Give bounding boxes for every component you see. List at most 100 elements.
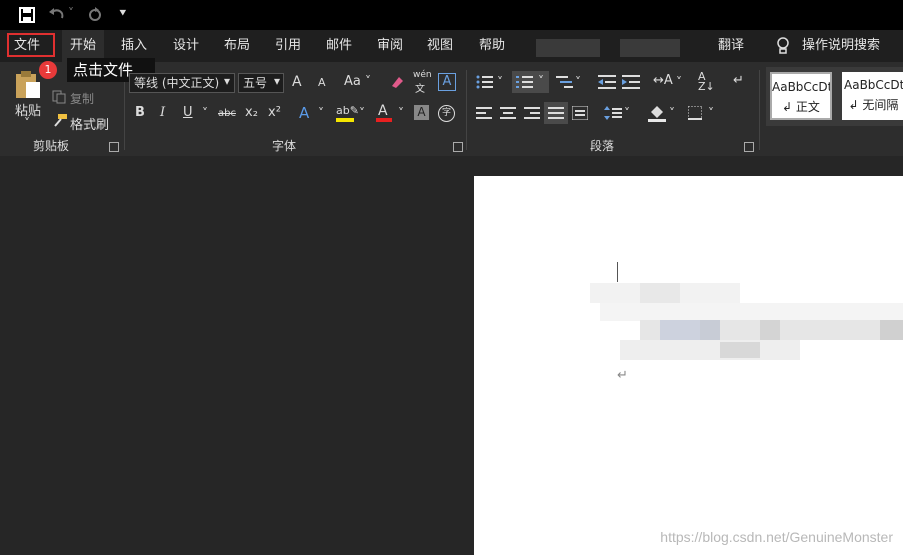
chinese-layout-icon[interactable]: ↔A [653, 73, 673, 88]
increase-indent-icon[interactable] [622, 75, 640, 89]
numbering-icon [516, 76, 533, 88]
justify-icon [548, 107, 564, 119]
font-size-dropdown-icon[interactable]: ▾ [274, 74, 280, 88]
text-effects-dropdown-icon[interactable]: ˅ [318, 106, 324, 120]
tab-design[interactable]: 设计 [173, 36, 199, 56]
line-spacing-icon[interactable] [604, 106, 622, 120]
font-group-label: 字体 [272, 139, 297, 153]
character-border-icon[interactable]: A [438, 73, 456, 91]
multilevel-list-icon[interactable] [556, 75, 574, 89]
format-painter-icon[interactable] [52, 113, 68, 127]
shading-icon[interactable] [648, 104, 666, 122]
font-name-dropdown-icon[interactable]: ▾ [224, 74, 230, 88]
subscript-button[interactable]: x₂ [245, 105, 258, 120]
copy-button[interactable]: 复制 [70, 90, 94, 107]
shading-dropdown-icon[interactable]: ˅ [669, 106, 675, 120]
superscript-button[interactable]: x² [268, 105, 281, 120]
blurred-text [720, 342, 760, 358]
paragraph-mark-icon: ↵ [617, 368, 628, 383]
show-marks-icon[interactable]: ↵ [733, 73, 744, 88]
font-color-button[interactable]: A [378, 103, 388, 119]
change-case-dropdown-icon[interactable]: ˅ [365, 74, 371, 88]
tell-me-search[interactable]: 操作说明搜索 [802, 36, 880, 56]
strikethrough-button[interactable]: abc [218, 108, 236, 119]
bold-button[interactable]: B [135, 105, 145, 120]
borders-dropdown-icon[interactable]: ˅ [708, 106, 714, 120]
multilevel-dropdown-icon[interactable]: ˅ [575, 75, 581, 89]
underline-dropdown-icon[interactable]: ˅ [202, 106, 208, 120]
blurred-text [620, 340, 800, 360]
blurred-text [660, 320, 700, 340]
align-right-icon[interactable] [524, 107, 540, 119]
decrease-indent-icon[interactable] [598, 75, 616, 89]
bullets-icon[interactable] [476, 75, 494, 89]
align-center-icon[interactable] [500, 107, 516, 119]
font-launcher-icon[interactable] [453, 142, 463, 152]
font-color-dropdown-icon[interactable]: ˅ [398, 106, 404, 120]
blurred-text [700, 320, 720, 340]
chinese-layout-dropdown-icon[interactable]: ˅ [676, 75, 682, 89]
font-name-value: 等线 (中文正文) [134, 76, 220, 90]
style-no-spacing[interactable]: AaBbCcDt ↲ 无间隔 [842, 72, 903, 120]
clipboard-launcher-icon[interactable] [109, 142, 119, 152]
grow-font-button[interactable]: A [292, 74, 302, 90]
text-cursor [617, 262, 618, 282]
blurred-text [640, 283, 680, 303]
blurred-tab [536, 39, 600, 57]
numbering-dropdown-icon[interactable]: ˅ [538, 74, 544, 88]
tab-translate[interactable]: 翻译 [718, 36, 744, 56]
numbering-button[interactable]: ˅ [512, 71, 549, 93]
tab-mailings[interactable]: 邮件 [326, 36, 352, 56]
blurred-tab [620, 39, 680, 57]
line-spacing-dropdown-icon[interactable]: ˅ [624, 106, 630, 120]
step-badge: 1 [39, 61, 57, 79]
copy-icon[interactable] [52, 90, 66, 104]
highlight-dropdown-icon[interactable]: ˅ [359, 106, 365, 120]
lightbulb-icon [777, 37, 789, 54]
tab-insert[interactable]: 插入 [121, 36, 147, 56]
tab-view[interactable]: 视图 [427, 36, 453, 56]
character-shading-button[interactable]: A [414, 105, 429, 120]
text-effects-button[interactable]: A [299, 104, 309, 122]
clear-formatting-icon[interactable] [389, 74, 405, 90]
undo-icon[interactable] [48, 6, 66, 22]
redo-icon[interactable] [87, 6, 103, 22]
group-separator [466, 70, 467, 150]
font-name-combo[interactable]: 等线 (中文正文) [129, 73, 235, 93]
title-bar: ˅ ⯆ [0, 0, 903, 30]
paragraph-launcher-icon[interactable] [744, 142, 754, 152]
group-separator [759, 70, 760, 150]
undo-dropdown-icon[interactable]: ˅ [68, 6, 74, 20]
tab-layout[interactable]: 布局 [224, 36, 250, 56]
phonetic-guide-button[interactable]: wén [413, 70, 432, 80]
tab-help[interactable]: 帮助 [479, 36, 505, 56]
paragraph-group-label: 段落 [590, 139, 615, 153]
style-normal-sample: AaBbCcDt [772, 80, 830, 94]
shrink-font-button[interactable]: A [318, 76, 326, 89]
align-left-icon[interactable] [476, 107, 492, 119]
watermark: https://blog.csdn.net/GenuineMonster [660, 529, 893, 545]
highlight-color-bar [336, 118, 354, 122]
bullets-dropdown-icon[interactable]: ˅ [497, 75, 503, 89]
sort-icon[interactable]: A Z↓ [698, 71, 715, 92]
paste-dropdown-icon[interactable]: ˅ [24, 116, 30, 130]
style-normal[interactable]: AaBbCcDt ↲ 正文 [770, 72, 832, 120]
format-painter-button[interactable]: 格式刷 [70, 114, 109, 133]
save-icon[interactable] [19, 7, 35, 23]
customize-icon[interactable]: ⯆ [118, 6, 128, 21]
justify-button[interactable] [544, 102, 568, 124]
style-no-spacing-label: ↲ 无间隔 [848, 98, 899, 112]
distributed-icon[interactable] [572, 106, 588, 120]
enclose-characters-icon[interactable]: 字 [438, 105, 455, 122]
tab-references[interactable]: 引用 [275, 36, 301, 56]
highlight-icon[interactable]: ab✎ [336, 104, 359, 117]
tab-review[interactable]: 审阅 [377, 36, 403, 56]
italic-button[interactable]: I [160, 105, 165, 120]
clipboard-group-label: 剪贴板 [33, 139, 70, 153]
borders-icon[interactable] [688, 106, 702, 120]
underline-button[interactable]: U [183, 105, 193, 120]
document-page[interactable] [474, 176, 903, 555]
paste-icon[interactable] [14, 70, 42, 100]
change-case-button[interactable]: Aa [344, 74, 361, 89]
phonetic-glyph-icon: 文 [415, 84, 425, 95]
